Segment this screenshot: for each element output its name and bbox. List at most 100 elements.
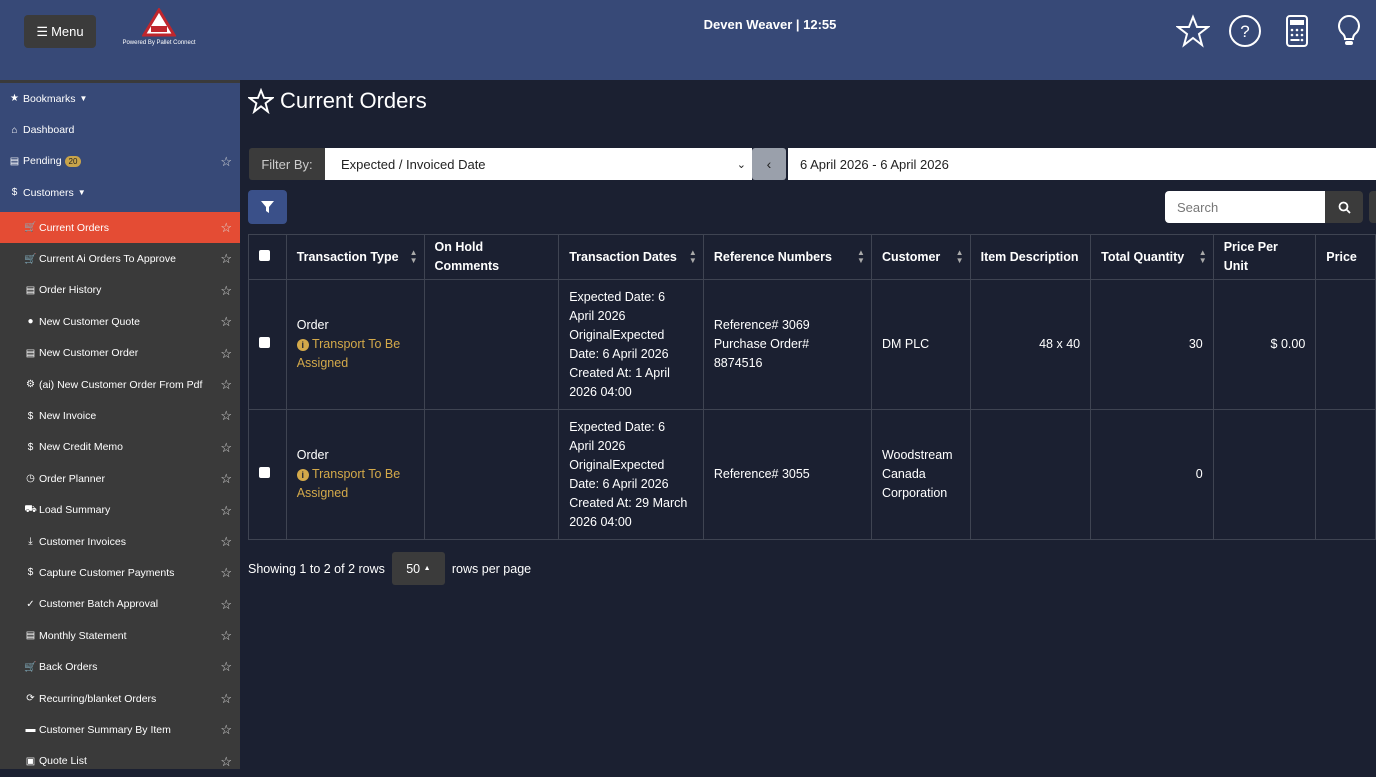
table-row[interactable]: Order i Transport To Be Assigned Expected…: [248, 279, 1376, 410]
date-range-input[interactable]: 6 April 2026 - 6 April 2026: [788, 148, 1376, 180]
bookmark-star-icon[interactable]: [248, 88, 274, 114]
sidebar-item-dashboard[interactable]: ⌂ Dashboard: [0, 114, 240, 145]
bookmark-star-icon[interactable]: ☆: [220, 220, 232, 236]
bookmark-star-icon[interactable]: ☆: [220, 377, 232, 393]
sidebar-item-label: Quote List: [39, 755, 87, 768]
lightbulb-icon[interactable]: [1332, 14, 1366, 48]
sidebar-item-pending[interactable]: ▤ Pending 20 ☆: [0, 146, 240, 177]
item-description-cell: [969, 409, 1092, 540]
row-checkbox[interactable]: [259, 337, 270, 348]
bookmark-star-icon[interactable]: ☆: [220, 314, 232, 330]
bookmark-star-icon[interactable]: ☆: [220, 283, 232, 299]
sidebar-item-order-history[interactable]: ▤ Order History ☆: [0, 275, 240, 306]
chevron-down-icon: ⌄: [736, 158, 746, 171]
transaction-dates-cell: Expected Date: 6 April 2026 OriginalExpec…: [558, 279, 704, 410]
bookmark-star-icon[interactable]: ☆: [220, 597, 232, 613]
header-reference-numbers[interactable]: Reference Numbers ▲ ▼: [702, 234, 872, 280]
bookmark-star-icon[interactable]: ☆: [220, 659, 232, 675]
star-icon: ★: [10, 93, 19, 105]
header-customer[interactable]: Customer ▲ ▼: [870, 234, 971, 280]
header-total-quantity[interactable]: Total Quantity ▲ ▼: [1090, 234, 1214, 280]
calculator-icon[interactable]: [1280, 14, 1314, 48]
total-quantity-cell: 30: [1090, 279, 1214, 410]
menu-button[interactable]: ☰ Menu: [24, 15, 96, 48]
sort-icon: ▲ ▼: [409, 248, 418, 265]
search-input[interactable]: Search: [1165, 191, 1325, 223]
reference-numbers-cell: Reference# 3055: [702, 409, 872, 540]
info-icon: i: [296, 469, 309, 481]
sidebar-item-label: Customer Batch Approval: [39, 598, 159, 611]
sidebar-item-quote-list[interactable]: ▣ Quote List ☆: [0, 746, 240, 777]
sidebar-item-back-orders[interactable]: 🛒 Back Orders ☆: [0, 651, 240, 682]
bookmark-star-icon[interactable]: ☆: [220, 628, 232, 644]
caret-down-icon: ▼: [79, 94, 88, 104]
filter-select[interactable]: Expected / Invoiced Date ⌄: [325, 148, 752, 180]
orders-table: Transaction Type ▲ ▼ On Hold Comments Tran…: [248, 234, 1376, 540]
logo[interactable]: Powered By Pallet Connect: [118, 8, 200, 58]
ai-gear-icon: ⚙: [26, 379, 35, 391]
sidebar-item-recurring-blanket-orders[interactable]: ⟳ Recurring/blanket Orders ☆: [0, 683, 240, 714]
select-all-checkbox[interactable]: [259, 249, 270, 261]
sidebar-item-label: Monthly Statement: [39, 629, 127, 642]
bookmark-star-icon[interactable]: ☆: [220, 722, 232, 738]
funnel-icon: [261, 201, 274, 213]
sidebar-item-new-credit-memo[interactable]: $ New Credit Memo ☆: [0, 432, 240, 463]
help-icon[interactable]: ?: [1228, 14, 1262, 48]
sidebar-item-bookmarks[interactable]: ★ Bookmarks ▼: [0, 83, 240, 114]
sidebar-item-current-orders[interactable]: 🛒 Current Orders ☆: [0, 212, 240, 244]
dollar-icon: $: [27, 567, 34, 579]
cart-icon: 🛒: [24, 661, 37, 673]
bookmark-star-icon[interactable]: ☆: [220, 251, 232, 267]
sidebar-item-label: Current Orders: [39, 221, 110, 234]
sidebar-item-current-ai-orders-to-approve[interactable]: 🛒 Current Ai Orders To Approve ☆: [0, 243, 240, 274]
bookmark-star-icon[interactable]: ☆: [220, 346, 232, 362]
sidebar-item-customers[interactable]: $ Customers ▼: [0, 177, 240, 208]
sidebar: ★ Bookmarks ▼ ⌂ Dashboard ▤ Pending 20 ☆ $ Cust…: [0, 80, 240, 769]
sidebar-item-capture-customer-payments[interactable]: $ Capture Customer Payments ☆: [0, 557, 240, 588]
sidebar-item-label: Order History: [39, 284, 102, 297]
search-button[interactable]: [1325, 191, 1363, 223]
sidebar-item-load-summary[interactable]: ⛟ Load Summary ☆: [0, 495, 240, 526]
dollar-icon: $: [27, 410, 34, 422]
chevron-left-icon: ‹: [766, 156, 772, 172]
sidebar-item-new-customer-quote[interactable]: ● New Customer Quote ☆: [0, 306, 240, 337]
table-row[interactable]: Order i Transport To Be Assigned Expected…: [248, 409, 1376, 540]
sidebar-item-customer-summary-by-item[interactable]: ▬ Customer Summary By Item ☆: [0, 714, 240, 745]
bookmark-star-icon[interactable]: ☆: [220, 565, 232, 581]
sidebar-item-label: New Customer Order: [39, 347, 139, 360]
statement-icon: ▤: [25, 630, 36, 642]
sidebar-item-new-customer-order[interactable]: ▤ New Customer Order ☆: [0, 338, 240, 369]
home-icon: ⌂: [11, 124, 18, 136]
bookmark-star-icon[interactable]: ☆: [220, 754, 232, 770]
row-checkbox[interactable]: [259, 467, 270, 478]
bookmark-star-icon[interactable]: ☆: [220, 154, 232, 170]
sidebar-item-new-invoice[interactable]: $ New Invoice ☆: [0, 400, 240, 431]
columns-button[interactable]: [1369, 191, 1376, 223]
bookmark-star-icon[interactable]: [1175, 14, 1211, 48]
sidebar-item-order-planner[interactable]: ◷ Order Planner ☆: [0, 463, 240, 494]
bookmark-star-icon[interactable]: ☆: [220, 534, 232, 550]
bookmark-star-icon[interactable]: ☆: [220, 440, 232, 456]
header-transaction-type[interactable]: Transaction Type ▲ ▼: [285, 234, 425, 280]
sidebar-item-customer-batch-approval[interactable]: ✓ Customer Batch Approval ☆: [0, 589, 240, 620]
price-cell: [1315, 409, 1376, 540]
sidebar-item-ai-new-customer-order-from-pdf[interactable]: ⚙ (ai) New Customer Order From Pdf ☆: [0, 369, 240, 400]
sidebar-item-monthly-statement[interactable]: ▤ Monthly Statement ☆: [0, 620, 240, 651]
page-size-dropdown[interactable]: 50 ▲: [391, 552, 445, 585]
bookmark-star-icon[interactable]: ☆: [220, 408, 232, 424]
pallet-icon: ▬: [25, 724, 36, 736]
header-price-per-unit: Price Per Unit: [1212, 234, 1317, 280]
sidebar-item-customer-invoices[interactable]: ⤓ Customer Invoices ☆: [0, 526, 240, 557]
bookmark-star-icon[interactable]: ☆: [220, 471, 232, 487]
info-icon: i: [296, 339, 309, 351]
header-transaction-dates[interactable]: Transaction Dates ▲ ▼: [558, 234, 704, 280]
sidebar-item-label: Recurring/blanket Orders: [39, 692, 157, 705]
bookmark-star-icon[interactable]: ☆: [220, 503, 232, 519]
bookmark-star-icon[interactable]: ☆: [220, 691, 232, 707]
on-hold-cell: [423, 409, 560, 540]
filter-toggle-button[interactable]: [248, 190, 287, 224]
transaction-dates-cell: Expected Date: 6 April 2026 OriginalExpec…: [558, 409, 704, 540]
row-select-cell: [248, 409, 287, 540]
truck-icon: ⛟: [24, 503, 37, 515]
previous-date-button[interactable]: ‹: [752, 148, 786, 180]
